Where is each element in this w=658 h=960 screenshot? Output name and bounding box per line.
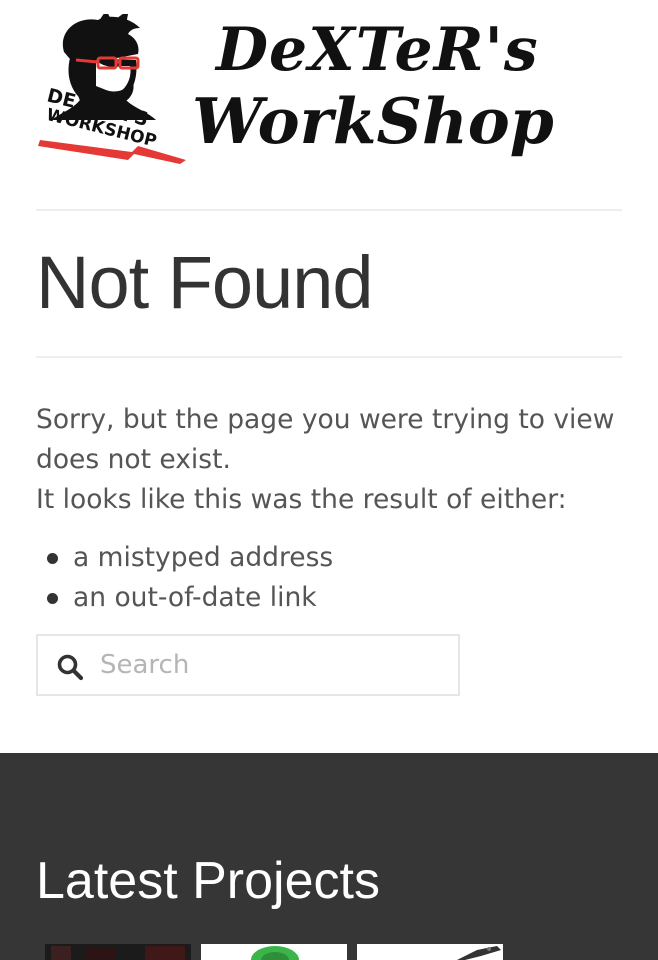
- project-image: [201, 944, 347, 960]
- error-message-line1: Sorry, but the page you were trying to v…: [36, 404, 615, 475]
- project-thumbnails: [45, 944, 505, 960]
- list-item: a mistyped address: [36, 538, 333, 578]
- header-divider: [36, 209, 622, 211]
- project-thumbnail[interactable]: [45, 944, 191, 960]
- title-divider: [36, 356, 622, 358]
- search-box[interactable]: [36, 634, 460, 696]
- brand-name-line2: WorkShop: [192, 84, 554, 158]
- project-image: [357, 944, 503, 960]
- site-logo-link[interactable]: DEXTER'S WORKSHOP DeXTeR's WorkShop: [36, 14, 624, 166]
- site-header: DEXTER'S WORKSHOP DeXTeR's WorkShop: [36, 14, 624, 166]
- dexter-logo-icon: DEXTER'S WORKSHOP: [38, 14, 186, 164]
- list-item: an out-of-date link: [36, 578, 333, 618]
- list-item-label: an out-of-date link: [73, 582, 317, 613]
- project-image: [45, 944, 191, 960]
- bullet-icon: [47, 593, 58, 604]
- error-message: Sorry, but the page you were trying to v…: [36, 400, 626, 520]
- search-icon[interactable]: [56, 653, 84, 681]
- latest-projects-title: Latest Projects: [36, 852, 380, 910]
- error-message-line2: It looks like this was the result of eit…: [36, 484, 567, 515]
- project-thumbnail[interactable]: [357, 944, 503, 960]
- reasons-list: a mistyped address an out-of-date link: [36, 538, 333, 618]
- brand-name-line1: DeXTeR's: [216, 15, 539, 85]
- site-footer: Latest Projects: [0, 753, 658, 960]
- list-item-label: a mistyped address: [73, 542, 334, 573]
- search-input[interactable]: [100, 644, 440, 686]
- bullet-icon: [47, 553, 58, 564]
- page-title: Not Found: [36, 241, 374, 324]
- project-thumbnail[interactable]: [201, 944, 347, 960]
